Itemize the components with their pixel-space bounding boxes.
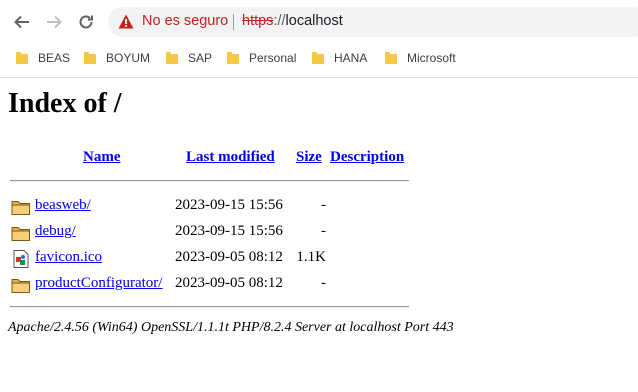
entry-modified: 2023-09-05 08:12 — [175, 249, 283, 265]
back-button[interactable] — [8, 8, 36, 36]
column-header-last-modified[interactable]: Last modified — [186, 149, 275, 166]
folder-icon — [11, 227, 30, 241]
entry-size: - — [321, 223, 326, 239]
page-title: Index of / — [8, 88, 122, 119]
bookmark-personal[interactable]: Personal — [227, 47, 296, 69]
bookmark-boyum[interactable]: BOYUM — [84, 47, 150, 69]
folder-icon — [11, 279, 30, 293]
url-separator: :// — [273, 13, 286, 29]
folder-icon — [312, 52, 324, 64]
column-header-description[interactable]: Description — [330, 149, 404, 166]
entry-link[interactable]: beasweb/ — [35, 197, 91, 214]
entry-size: - — [321, 197, 326, 213]
entry-modified: 2023-09-15 15:56 — [175, 223, 283, 239]
arrow-left-icon — [14, 15, 29, 29]
entry-size: - — [321, 275, 326, 291]
entry-link[interactable]: productConfigurator/ — [35, 275, 162, 292]
bookmark-microsoft[interactable]: Microsoft — [385, 47, 456, 69]
header-divider — [10, 180, 409, 182]
bookmarks-bar: BEAS BOYUM SAP Personal HANA Microsoft — [0, 47, 638, 69]
bookmark-beas[interactable]: BEAS — [16, 47, 70, 69]
bookmark-label: Personal — [249, 51, 297, 65]
image-file-icon — [13, 250, 29, 268]
entry-link[interactable]: favicon.ico — [35, 249, 102, 266]
url-scheme: https — [242, 13, 274, 29]
arrow-right-icon — [47, 15, 62, 29]
server-signature: Apache/2.4.56 (Win64) OpenSSL/1.1.1t PHP… — [8, 320, 454, 335]
listing-row: productConfigurator/ 2023-09-05 08:12 - — [0, 273, 638, 295]
warning-triangle-icon[interactable] — [118, 14, 134, 29]
column-header-name[interactable]: Name — [83, 149, 121, 166]
forward-button[interactable] — [40, 8, 68, 36]
folder-icon — [227, 52, 239, 64]
reload-icon — [79, 15, 93, 29]
bookmark-label: HANA — [334, 51, 368, 65]
folder-icon — [84, 52, 96, 64]
entry-size: 1.1K — [296, 249, 326, 265]
url-text[interactable]: https://localhost — [242, 13, 343, 29]
entry-modified: 2023-09-15 15:56 — [175, 197, 283, 213]
listing-row: beasweb/ 2023-09-15 15:56 - — [0, 195, 638, 217]
bookmark-label: BEAS — [38, 51, 71, 65]
entry-modified: 2023-09-05 08:12 — [175, 275, 283, 291]
address-bar[interactable]: No es seguro https://localhost — [108, 7, 638, 37]
folder-icon — [166, 52, 178, 64]
reload-button[interactable] — [72, 8, 100, 36]
browser-toolbar: No es seguro https://localhost BEAS BOYU… — [0, 0, 638, 78]
security-status-label[interactable]: No es seguro — [142, 13, 228, 29]
url-host: localhost — [285, 13, 343, 29]
bookmark-hana[interactable]: HANA — [312, 47, 367, 69]
folder-icon — [16, 52, 28, 64]
folder-icon — [11, 201, 30, 215]
omnibox-divider — [233, 14, 234, 30]
listing-row: favicon.ico 2023-09-05 08:12 1.1K — [0, 247, 638, 269]
bookmark-label: BOYUM — [106, 51, 151, 65]
bookmark-sap[interactable]: SAP — [166, 47, 212, 69]
folder-icon — [385, 52, 397, 64]
column-header-size[interactable]: Size — [296, 149, 322, 166]
listing-row: debug/ 2023-09-15 15:56 - — [0, 221, 638, 243]
bookmark-label: Microsoft — [407, 51, 456, 65]
bookmark-label: SAP — [188, 51, 213, 65]
entry-link[interactable]: debug/ — [35, 223, 76, 240]
footer-divider — [10, 306, 409, 308]
